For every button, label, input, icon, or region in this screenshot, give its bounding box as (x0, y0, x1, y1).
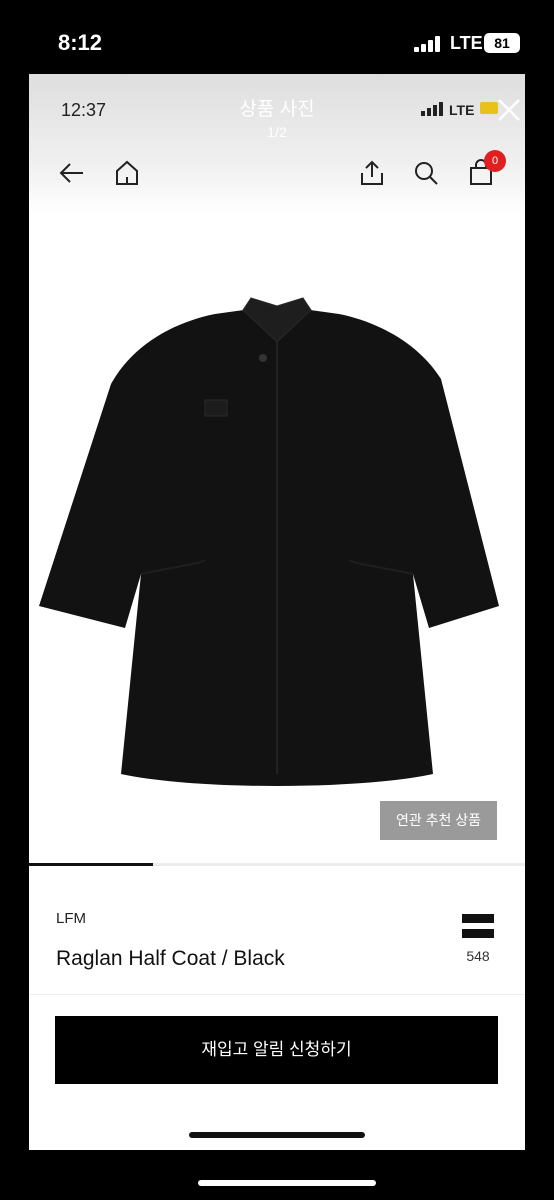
outer-signal-icon (414, 36, 440, 52)
product-image[interactable] (29, 214, 525, 864)
outer-home-indicator (198, 1180, 376, 1186)
app-screen: 12:37 상품 사진 1/2 LTE 0 연관 추천 상품 LFM Ragla… (29, 74, 525, 1150)
gallery-progress-fill (29, 863, 153, 866)
inner-signal-icon (421, 102, 443, 116)
cart-badge: 0 (484, 150, 506, 172)
like-icon[interactable] (461, 912, 495, 940)
related-products-button[interactable]: 연관 추천 상품 (380, 801, 497, 840)
product-name: Raglan Half Coat / Black (56, 947, 285, 970)
brand-name[interactable]: LFM (56, 910, 86, 927)
outer-status-time: 8:12 (58, 30, 103, 55)
outer-network-label: LTE (450, 33, 483, 53)
outer-battery-level: 81 (484, 33, 520, 53)
search-icon[interactable] (411, 158, 441, 188)
back-arrow-icon[interactable] (57, 158, 87, 188)
like-count: 548 (466, 948, 490, 964)
inner-network-label: LTE (449, 102, 475, 118)
home-icon[interactable] (112, 158, 142, 188)
inner-home-indicator (189, 1132, 365, 1138)
divider (29, 994, 525, 995)
close-icon[interactable] (495, 96, 523, 124)
page-indicator: 1/2 (267, 124, 287, 140)
share-icon[interactable] (357, 158, 387, 188)
restock-alert-button[interactable]: 재입고 알림 신청하기 (55, 1016, 498, 1084)
